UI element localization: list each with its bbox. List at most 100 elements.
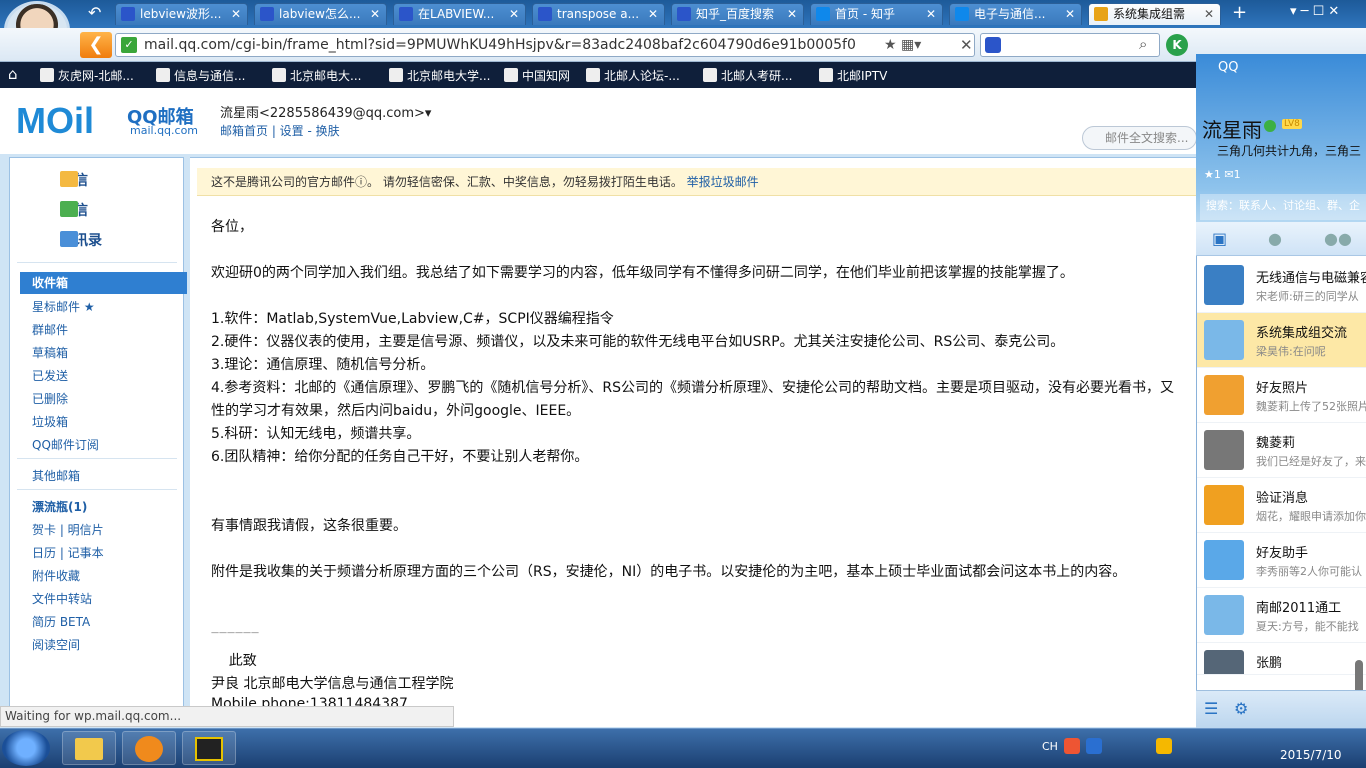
secure-check-icon: ✓ (121, 37, 137, 53)
folder-other[interactable]: 其他邮箱 (32, 467, 80, 484)
folder-icon (75, 738, 103, 760)
qq-stats[interactable]: ★1 ✉1 (1204, 168, 1241, 181)
contact-name: 张鹏 (1256, 656, 1283, 671)
folder-sent[interactable]: 已发送 (32, 367, 68, 384)
bookmark-item[interactable]: 灰虎网-北邮... (40, 67, 134, 84)
url-text[interactable]: mail.qq.com/cgi-bin/frame_html?sid=9PMUW… (144, 37, 884, 53)
write-button[interactable]: 写信 (32, 170, 88, 190)
browser-taskbar-button[interactable] (122, 731, 176, 765)
browser-tab[interactable]: 首页 - 知乎 ✕ (810, 3, 943, 25)
bookmark-item[interactable]: 北京邮电大学... (389, 67, 490, 84)
back-button[interactable]: ❮ (80, 32, 112, 58)
contacts-tab-icon[interactable]: ● (1268, 229, 1282, 248)
qq-search-input[interactable]: 搜索：联系人、讨论组、群、企 (1200, 194, 1366, 220)
bookmark-item[interactable]: 北邮人考研... (703, 67, 792, 84)
contacts-button[interactable]: 通讯录 (32, 230, 102, 250)
window-controls[interactable]: ▾ ─ ☐ ✕ (1290, 4, 1339, 19)
folder-group[interactable]: 群邮件 (32, 321, 68, 338)
groups-tab-icon[interactable]: ●● (1324, 229, 1352, 248)
stop-icon[interactable]: ✕ (960, 36, 973, 54)
folder-transfer[interactable]: 文件中转站 (32, 590, 92, 607)
warning-banner: 这不是腾讯公司的官方邮件ⓘ。 请勿轻信密保、汇款、中奖信息，勿轻易拨打陌生电话。… (197, 168, 1196, 196)
new-tab-icon[interactable]: + (1232, 2, 1247, 23)
qq-contact-item[interactable]: 无线通信与电磁兼容 宋老师:研三的同学从 (1197, 258, 1366, 313)
paw-icon (121, 7, 135, 21)
browser-tab[interactable]: 知乎_百度搜索 ✕ (671, 3, 804, 25)
bookmark-item[interactable]: 信息与通信... (156, 67, 245, 84)
close-tab-icon[interactable]: ✕ (648, 4, 658, 24)
start-button[interactable] (2, 730, 50, 766)
receive-button[interactable]: 收信 (32, 200, 88, 220)
folder-spam[interactable]: 垃圾箱 (32, 413, 68, 430)
browser-tab[interactable]: transpose a... ✕ (532, 3, 665, 25)
qq-contact-item[interactable]: 南邮2011通工 夏天:方号，能不能找 (1197, 588, 1366, 643)
media-taskbar-button[interactable] (182, 731, 236, 765)
bookmark-item[interactable]: 中国知网 (504, 67, 570, 84)
page-tools-icon[interactable]: ★ ▦▾ (884, 37, 921, 53)
close-tab-icon[interactable]: ✕ (926, 4, 936, 24)
body-line: 附件是我收集的关于频谱分析原理方面的三个公司（RS，安捷伦，NI）的电子书。以安… (211, 564, 1127, 580)
browser-tab[interactable]: lebview波形... ✕ (115, 3, 248, 25)
folder-bottle[interactable]: 漂流瓶(1) (32, 498, 87, 515)
folder-calendar[interactable]: 日历 | 记事本 (32, 544, 104, 561)
contact-avatar (1204, 540, 1244, 580)
online-status-icon[interactable] (1264, 120, 1276, 132)
menu-icon[interactable]: ☰ (1204, 699, 1218, 718)
home-icon[interactable]: ⌂ (8, 65, 18, 83)
folder-reading[interactable]: 阅读空间 (32, 636, 80, 653)
close-tab-icon[interactable]: ✕ (1204, 4, 1214, 24)
close-tab-icon[interactable]: ✕ (1065, 4, 1075, 24)
body-line: 1.软件：Matlab,SystemVue,Labview,C#，SCPI仪器编… (211, 311, 614, 327)
folder-cards[interactable]: 贺卡 | 明信片 (32, 521, 104, 538)
address-bar[interactable]: ✓ mail.qq.com/cgi-bin/frame_html?sid=9PM… (115, 33, 975, 57)
close-tab-icon[interactable]: ✕ (787, 4, 797, 24)
qqmail-logo[interactable]: MOil (16, 100, 94, 142)
close-tab-icon[interactable]: ✕ (509, 4, 519, 24)
account-links[interactable]: 邮箱首页 | 设置 - 换肤 (220, 122, 340, 139)
browser-search-input[interactable]: ⌕ (980, 33, 1160, 57)
contact-name: 好友照片 (1256, 381, 1309, 396)
folder-drafts[interactable]: 草稿箱 (32, 344, 68, 361)
folder-resume[interactable]: 简历 BETA (32, 613, 90, 630)
contact-name: 系统集成组交流 (1256, 326, 1348, 341)
folder-deleted[interactable]: 已删除 (32, 390, 68, 407)
contact-name: 好友助手 (1256, 546, 1309, 561)
bookmark-label: 中国知网 (522, 69, 571, 83)
browser-tab[interactable]: 系统集成组需 ✕ (1088, 3, 1221, 25)
browser-tab[interactable]: 电子与通信... ✕ (949, 3, 1082, 25)
qq-contact-item[interactable]: 好友助手 李秀丽等2人你可能认 (1197, 533, 1366, 588)
video-icon (195, 737, 223, 761)
folder-inbox[interactable]: 收件箱 (20, 272, 187, 294)
bookmark-item[interactable]: 北邮IPTV (819, 67, 887, 84)
report-spam-link[interactable]: 举报垃圾邮件 (687, 175, 759, 189)
bookmark-item[interactable]: 北京邮电大... (272, 67, 361, 84)
folder-subscribe[interactable]: QQ邮件订阅 (32, 436, 99, 453)
account-name[interactable]: 流星雨<2285586439@qq.com>▾ (220, 102, 431, 121)
language-indicator[interactable]: CH (1042, 740, 1058, 753)
folder-starred[interactable]: 星标邮件 ★ (32, 298, 95, 315)
help-icon[interactable] (1086, 738, 1102, 754)
close-tab-icon[interactable]: ✕ (370, 4, 380, 24)
qq-tray-icon[interactable] (1156, 738, 1172, 754)
search-icon[interactable]: ⌕ (1139, 35, 1147, 53)
qq-signature[interactable]: 三角几何共计九角，三角三 (1217, 142, 1365, 159)
close-tab-icon[interactable]: ✕ (231, 4, 241, 24)
mail-search-input[interactable]: 邮件全文搜索... (1082, 126, 1197, 150)
qq-contact-item[interactable]: 张鹏 (1197, 643, 1366, 675)
undo-close-icon[interactable]: ↶ (88, 3, 101, 22)
extension-k-icon[interactable]: K (1166, 34, 1188, 56)
qq-contact-item[interactable]: 系统集成组交流 梁昊伟:在问呢 (1197, 313, 1366, 368)
settings-icon[interactable]: ⚙ (1234, 699, 1248, 718)
browser-tab[interactable]: 在LABVIEW... ✕ (393, 3, 526, 25)
recent-chats-icon[interactable]: ▣ (1212, 229, 1227, 248)
qq-contact-item[interactable]: 验证消息 烟花，耀眼申请添加你 (1197, 478, 1366, 533)
bookmark-item[interactable]: 北邮人论坛-... (586, 67, 680, 84)
folder-attachments[interactable]: 附件收藏 (32, 567, 80, 584)
qq-contact-item[interactable]: 好友照片 魏菱莉上传了52张照片 (1197, 368, 1366, 423)
qq-nickname[interactable]: 流星雨 (1202, 114, 1262, 143)
explorer-taskbar-button[interactable] (62, 731, 116, 765)
qq-contact-item[interactable]: 魏菱莉 我们已经是好友了，来 (1197, 423, 1366, 478)
sogou-icon[interactable] (1064, 738, 1080, 754)
browser-tab[interactable]: labview怎么... ✕ (254, 3, 387, 25)
browser-icon (135, 736, 163, 762)
